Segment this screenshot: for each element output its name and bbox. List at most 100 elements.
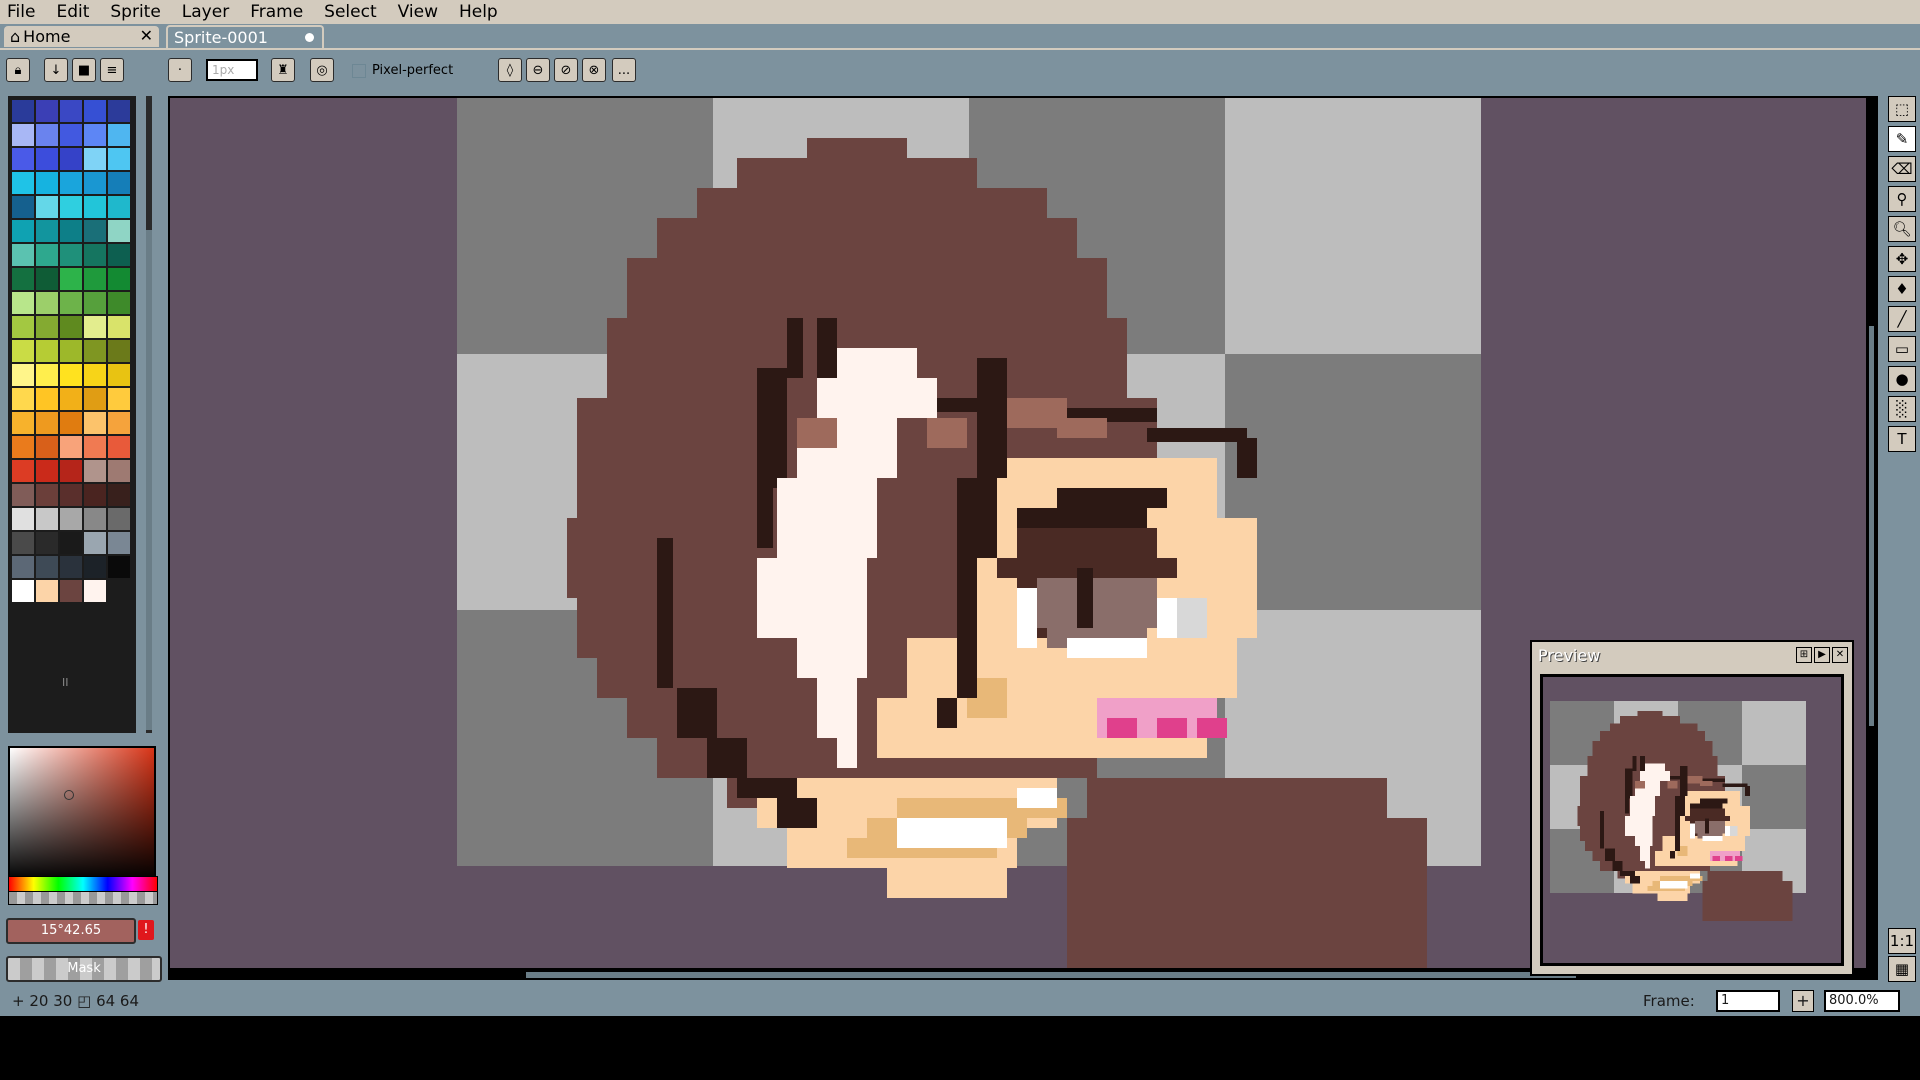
palette-swatch[interactable] (108, 508, 130, 530)
palette-swatch[interactable] (12, 508, 34, 530)
add-frame-icon[interactable]: + (1792, 990, 1814, 1012)
palette-swatch[interactable] (12, 484, 34, 506)
palette-swatch[interactable] (108, 340, 130, 362)
color-picker-marker[interactable] (64, 790, 74, 800)
palette-swatch[interactable] (36, 460, 58, 482)
palette-swatch[interactable] (60, 340, 82, 362)
palette-swatch[interactable] (36, 172, 58, 194)
hue-slider[interactable] (8, 876, 158, 892)
palette-swatch[interactable] (60, 220, 82, 242)
zoom-tool-icon[interactable]: 🔍︎ (1888, 216, 1916, 242)
palette-swatch[interactable] (108, 388, 130, 410)
palette-swatch[interactable] (60, 292, 82, 314)
line-tool-icon[interactable]: ╱ (1888, 306, 1916, 332)
palette-swatch[interactable] (84, 340, 106, 362)
ink-icon[interactable]: ♜ (271, 58, 295, 82)
palette-swatch[interactable] (12, 148, 34, 170)
tab-home[interactable]: ⌂ Home ✕ (4, 26, 159, 47)
unsaved-dot-icon[interactable] (305, 33, 314, 42)
palette-swatch[interactable] (60, 388, 82, 410)
palette-swatch[interactable] (12, 100, 34, 122)
palette-swatch[interactable] (36, 532, 58, 554)
palette-swatch[interactable] (12, 172, 34, 194)
move-tool-icon[interactable]: ✥ (1888, 246, 1916, 272)
mask-color-button[interactable]: Mask (6, 956, 162, 982)
palette-swatch[interactable] (60, 580, 82, 602)
sprite-canvas[interactable] (457, 98, 1481, 970)
palette-swatch[interactable] (84, 100, 106, 122)
palette-swatch[interactable] (60, 100, 82, 122)
palette-swatch[interactable] (108, 100, 130, 122)
palette-swatch[interactable] (108, 148, 130, 170)
opacity-icon[interactable]: ◎ (310, 58, 334, 82)
palette-swatch[interactable] (60, 124, 82, 146)
menu-frame[interactable]: Frame (250, 2, 303, 22)
palette-swatch[interactable] (60, 316, 82, 338)
palette-swatch[interactable] (12, 292, 34, 314)
palette-swatch[interactable] (108, 364, 130, 386)
menu-select[interactable]: Select (324, 2, 376, 22)
palette-swatch[interactable] (36, 484, 58, 506)
text-tool-icon[interactable]: T (1888, 426, 1916, 452)
palette-swatch[interactable] (36, 244, 58, 266)
symmetry-icon[interactable]: ◊ (498, 58, 522, 82)
palette-swatch[interactable] (108, 244, 130, 266)
palette-swatch[interactable] (36, 148, 58, 170)
rectangle-tool-icon[interactable]: ▭ (1888, 336, 1916, 362)
palette-swatch[interactable] (36, 268, 58, 290)
more-options-button[interactable]: ... (612, 58, 636, 82)
palette-swatch[interactable] (36, 364, 58, 386)
palette-swatch[interactable] (36, 220, 58, 242)
palette-swatch[interactable] (36, 196, 58, 218)
palette-swatch[interactable] (84, 220, 106, 242)
palette-scroll-thumb[interactable] (146, 230, 152, 730)
menu-sprite[interactable]: Sprite (110, 2, 160, 22)
palette-swatch[interactable] (60, 268, 82, 290)
palette-swatch[interactable] (36, 340, 58, 362)
color-picker-box[interactable] (8, 746, 156, 882)
palette-swatch[interactable] (36, 508, 58, 530)
palette-swatch[interactable] (84, 556, 106, 578)
palette-swatch[interactable] (108, 196, 130, 218)
palette-swatch[interactable] (84, 244, 106, 266)
palette-swatch[interactable] (84, 460, 106, 482)
symmetry-both-icon[interactable]: ⊗ (582, 58, 606, 82)
fill-tool-icon[interactable]: ♦ (1888, 276, 1916, 302)
one-to-one-zoom-button[interactable]: 1:1 (1888, 928, 1916, 954)
ellipse-tool-icon[interactable]: ● (1888, 366, 1916, 392)
palette-swatch[interactable] (84, 532, 106, 554)
palette-swatch[interactable] (12, 196, 34, 218)
frame-input[interactable]: 1 (1716, 990, 1780, 1012)
palette-swatch[interactable] (60, 196, 82, 218)
blur-tool-icon[interactable]: ░ (1888, 396, 1916, 422)
palette-swatch[interactable] (60, 484, 82, 506)
warning-icon[interactable]: ! (138, 920, 154, 940)
palette-swatch[interactable] (12, 580, 34, 602)
palette-swatch[interactable] (12, 556, 34, 578)
palette-swatch[interactable] (84, 580, 106, 602)
palette-swatch[interactable] (36, 580, 58, 602)
palette-swatch[interactable] (108, 124, 130, 146)
palette-swatch[interactable] (84, 388, 106, 410)
brush-size-input[interactable]: 1px (206, 59, 258, 81)
menu-help[interactable]: Help (459, 2, 498, 22)
palette-swatch[interactable] (12, 436, 34, 458)
palette-swatch[interactable] (12, 364, 34, 386)
menu-file[interactable]: File (7, 2, 35, 22)
palette-swatch[interactable] (60, 556, 82, 578)
palette-swatch[interactable] (12, 460, 34, 482)
palette-swatch[interactable] (60, 532, 82, 554)
palette-swatch[interactable] (12, 532, 34, 554)
palette-swatch[interactable] (36, 124, 58, 146)
palette-swatch[interactable] (12, 124, 34, 146)
palette-swatch[interactable] (36, 316, 58, 338)
palette-swatch[interactable] (60, 412, 82, 434)
palette-swatch[interactable] (12, 316, 34, 338)
brush-type-icon[interactable]: · (168, 58, 192, 82)
symmetry-h-icon[interactable]: ⊖ (526, 58, 550, 82)
tab-sprite[interactable]: Sprite-0001 (166, 25, 324, 48)
palette-swatch[interactable] (84, 172, 106, 194)
horizontal-scroll-thumb[interactable] (526, 972, 1576, 978)
menu-view[interactable]: View (398, 2, 438, 22)
palette-swatch[interactable] (60, 244, 82, 266)
